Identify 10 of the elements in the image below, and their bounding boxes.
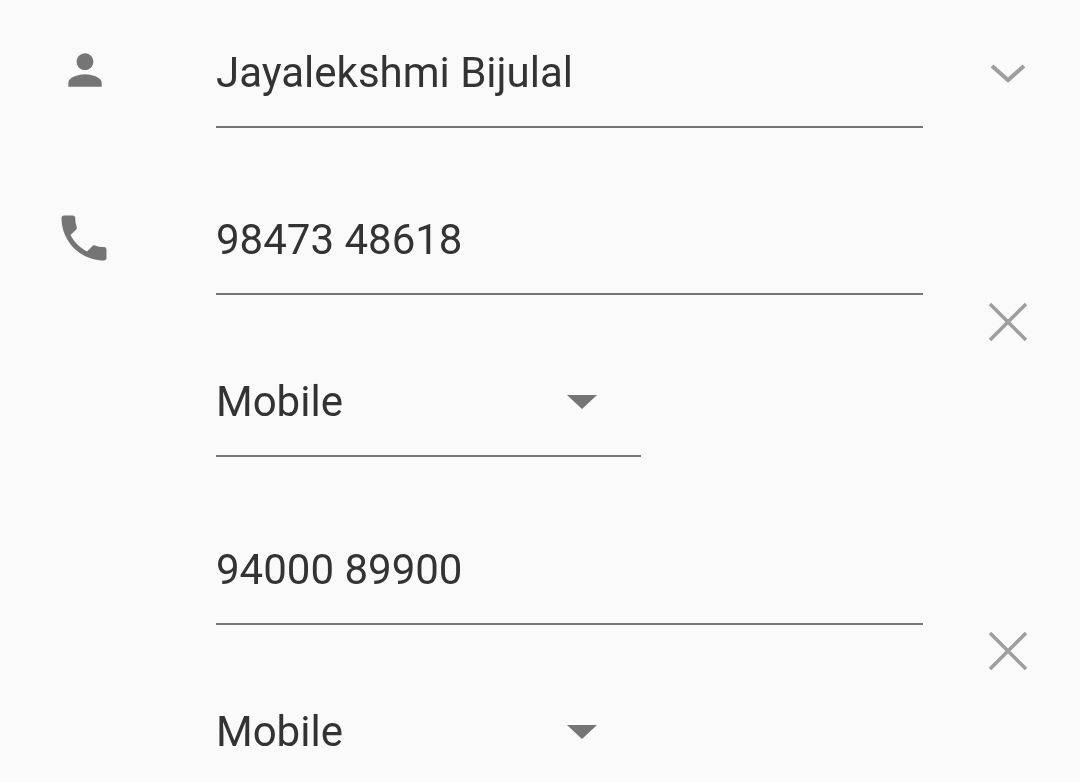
type-dropdown[interactable]: Mobile: [216, 706, 641, 782]
dropdown-arrow-icon: [567, 725, 597, 739]
phone-field[interactable]: 98473 48618: [216, 214, 923, 295]
chevron-down-icon[interactable]: [990, 62, 1026, 84]
dropdown-arrow-icon: [567, 395, 597, 409]
type-dropdown[interactable]: Mobile: [216, 376, 641, 457]
name-field[interactable]: Jayalekshmi Bijulal: [216, 47, 923, 128]
close-icon[interactable]: [988, 631, 1028, 671]
phone-field[interactable]: 94000 89900: [216, 544, 923, 625]
close-icon[interactable]: [988, 302, 1028, 342]
